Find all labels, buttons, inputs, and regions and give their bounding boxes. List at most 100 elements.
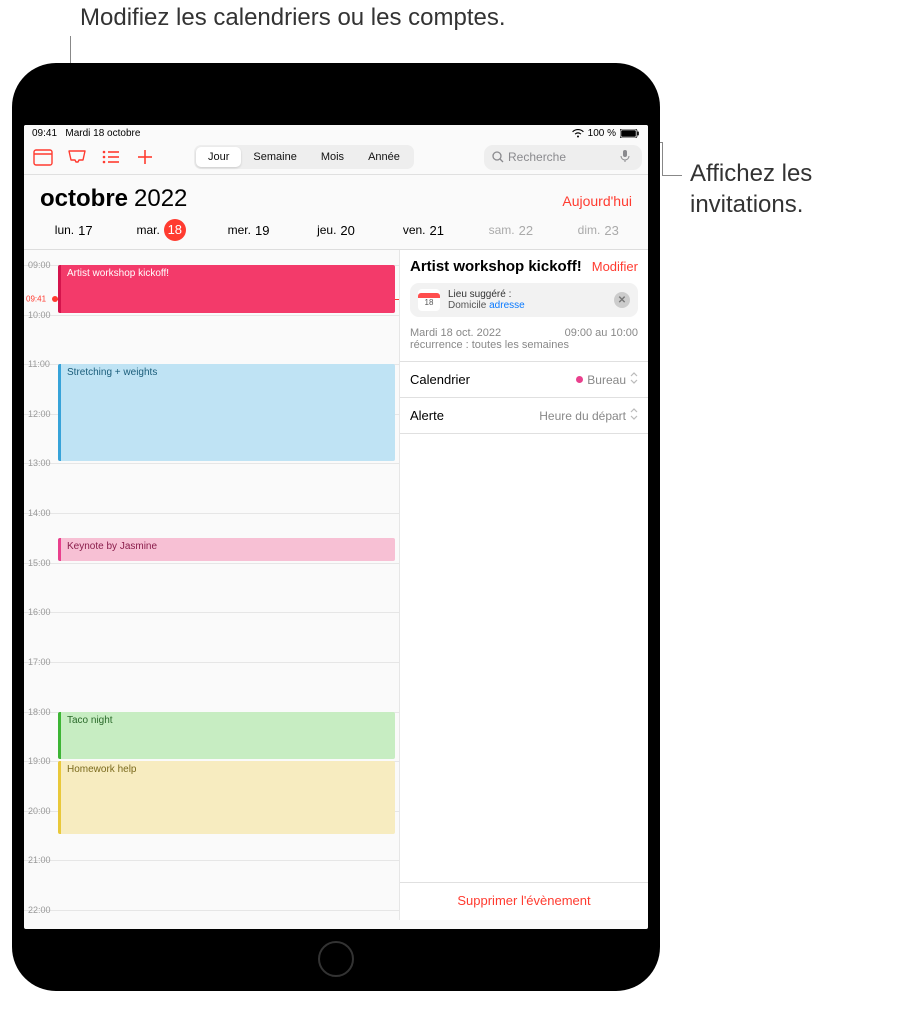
calendar-row[interactable]: Calendrier Bureau (400, 362, 648, 398)
hour-label: 18:00 (28, 707, 51, 717)
status-bar: 09:41 Mardi 18 octobre 100 % (24, 125, 648, 140)
weekday-num: 22 (519, 223, 533, 238)
event-recurrence: récurrence : toutes les semaines (410, 339, 638, 351)
search-field[interactable]: Recherche (484, 145, 642, 170)
hour-label: 10:00 (28, 310, 51, 320)
battery-text: 100 % (588, 128, 616, 139)
battery-icon (620, 129, 640, 138)
today-button[interactable]: Aujourd'hui (562, 193, 632, 209)
hour-row: 14:00 (24, 513, 399, 514)
event-detail: Artist workshop kickoff! Modifier 18 Lie… (400, 250, 648, 920)
hour-label: 09:00 (28, 260, 51, 270)
toolbar: Jour Semaine Mois Année Recherche (24, 140, 648, 175)
weekday-lun.[interactable]: lun. 17 (30, 219, 117, 241)
view-segmented: Jour Semaine Mois Année (194, 145, 414, 169)
timeline[interactable]: 09:0010:0011:0012:0013:0014:0015:0016:00… (24, 250, 400, 920)
weekday-dim.[interactable]: dim.23 (555, 219, 642, 241)
weekday-mer.[interactable]: mer.19 (205, 219, 292, 241)
home-button[interactable] (318, 941, 354, 977)
weekday-num: 18 (164, 219, 186, 241)
event-time: 09:00 au 10:00 (565, 327, 638, 339)
alert-row[interactable]: Alerte Heure du départ (400, 398, 648, 434)
weekday-num: 23 (604, 223, 618, 238)
seg-day[interactable]: Jour (196, 147, 241, 167)
callout-line-2 (662, 175, 682, 176)
month-header: octobre 2022 Aujourd'hui (24, 175, 648, 219)
hour-label: 17:00 (28, 657, 51, 667)
main-split: 09:0010:0011:0012:0013:0014:0015:0016:00… (24, 250, 648, 920)
alert-label: Alerte (410, 408, 444, 423)
seg-week[interactable]: Semaine (241, 147, 308, 167)
weekday-mar.[interactable]: mar. 18 (117, 219, 204, 241)
list-icon[interactable] (98, 144, 124, 170)
event-title: Artist workshop kickoff! (410, 258, 586, 275)
add-icon[interactable] (132, 144, 158, 170)
weekday-jeu.[interactable]: jeu. 20 (292, 219, 379, 241)
hour-row: 16:00 (24, 612, 399, 613)
hour-label: 14:00 (28, 508, 51, 518)
status-right: 100 % (572, 128, 640, 139)
search-icon (492, 151, 504, 163)
weekday-label: lun. (55, 223, 74, 237)
weekday-label: mer. (228, 223, 251, 237)
updown-icon (630, 408, 638, 423)
suggested-location[interactable]: 18 Lieu suggéré : Domicile adresse ✕ (410, 283, 638, 317)
modify-button[interactable]: Modifier (592, 259, 638, 274)
calendar-label: Calendrier (410, 372, 470, 387)
hour-label: 22:00 (28, 905, 51, 915)
now-label: 09:41 (26, 294, 46, 303)
weekday-num: 21 (430, 223, 444, 238)
hour-row: 17:00 (24, 662, 399, 663)
weekday-label: ven. (403, 223, 426, 237)
month-name: octobre (40, 185, 128, 213)
status-time: 09:41 (32, 128, 57, 139)
event-block[interactable]: Taco night (58, 712, 395, 760)
event-date: Mardi 18 oct. 2022 (410, 327, 501, 339)
hour-row: 10:00 (24, 315, 399, 316)
mic-icon[interactable] (620, 149, 634, 166)
weekday-sam.[interactable]: sam.22 (467, 219, 554, 241)
weekday-ven.[interactable]: ven. 21 (380, 219, 467, 241)
calendar-value: Bureau (587, 373, 626, 387)
location-text: Lieu suggéré : Domicile adresse (448, 289, 606, 311)
hour-label: 19:00 (28, 756, 51, 766)
wifi-icon (572, 129, 584, 138)
inbox-icon[interactable] (64, 144, 90, 170)
weekday-label: dim. (578, 223, 601, 237)
weekdays-row: lun.17mar.18mer.19jeu.20ven.21sam.22dim.… (24, 219, 648, 250)
calendars-icon[interactable] (30, 144, 56, 170)
event-block[interactable]: Homework help (58, 761, 395, 833)
dismiss-location-icon[interactable]: ✕ (614, 292, 630, 308)
alert-value: Heure du départ (539, 409, 626, 423)
hour-row: 21:00 (24, 860, 399, 861)
hour-label: 11:00 (28, 359, 50, 369)
search-placeholder: Recherche (508, 150, 566, 164)
event-block[interactable]: Artist workshop kickoff! (58, 265, 395, 313)
seg-year[interactable]: Année (356, 147, 412, 167)
callout-line-2b (662, 142, 663, 176)
callout-right-l1: Affichez les (690, 160, 812, 187)
hour-row: 13:00 (24, 463, 399, 464)
hour-row: 22:00 (24, 910, 399, 911)
callout-top: Modifiez les calendriers ou les comptes. (80, 2, 506, 33)
hour-label: 12:00 (28, 409, 51, 419)
callout-right-l2: invitations. (690, 191, 803, 218)
seg-month[interactable]: Mois (309, 147, 356, 167)
hour-label: 20:00 (28, 806, 51, 816)
calendar-color-dot (576, 376, 583, 383)
screen: 09:41 Mardi 18 octobre 100 % (24, 125, 648, 929)
hour-label: 13:00 (28, 458, 51, 468)
weekday-num: 17 (78, 223, 92, 238)
ipad-frame: 09:41 Mardi 18 octobre 100 % (12, 63, 660, 991)
year: 2022 (134, 185, 187, 213)
weekday-num: 20 (340, 223, 354, 238)
weekday-label: mar. (136, 223, 159, 237)
delete-event-button[interactable]: Supprimer l'évènement (400, 882, 648, 920)
callout-right: Affichez les invitations. (690, 158, 812, 220)
event-block[interactable]: Stretching + weights (58, 364, 395, 461)
hour-label: 21:00 (28, 855, 51, 865)
weekday-label: jeu. (317, 223, 336, 237)
status-left: 09:41 Mardi 18 octobre (32, 128, 140, 139)
event-block[interactable]: Keynote by Jasmine (58, 538, 395, 561)
hour-label: 16:00 (28, 607, 51, 617)
